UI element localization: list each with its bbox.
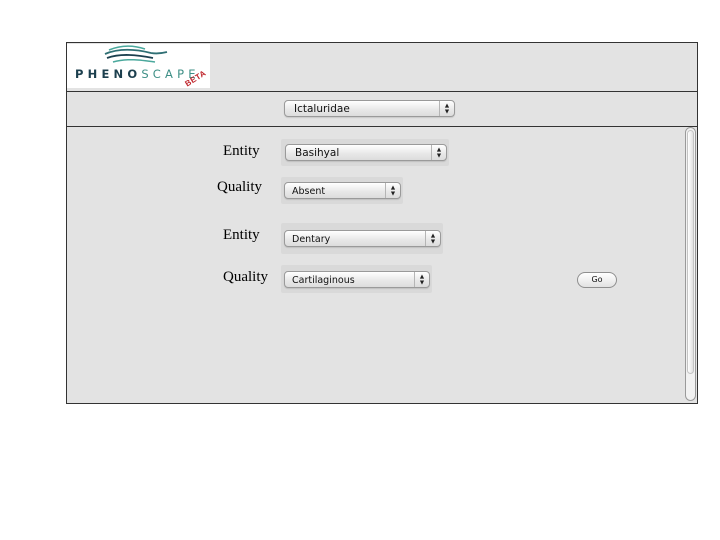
- entity-label-1: Entity: [223, 143, 260, 159]
- quality-select-2-value: Cartilaginous: [292, 275, 355, 286]
- updown-arrows-icon: ▲ ▼: [425, 231, 440, 246]
- updown-arrows-icon: ▲ ▼: [439, 101, 454, 116]
- updown-arrows-icon: ▲ ▼: [385, 183, 400, 198]
- taxon-select-value: Ictaluridae: [294, 103, 350, 115]
- go-button[interactable]: Go: [577, 272, 617, 288]
- updown-arrows-icon: ▲ ▼: [414, 272, 429, 287]
- entity-select-1[interactable]: Basihyal ▲ ▼: [285, 144, 447, 161]
- updown-arrows-icon: ▲ ▼: [431, 145, 446, 160]
- vertical-scrollbar[interactable]: [685, 127, 696, 401]
- taxon-select[interactable]: Ictaluridae ▲ ▼: [284, 100, 455, 117]
- taxon-bar: Ictaluridae ▲ ▼: [67, 92, 697, 127]
- header: PHENOSCAPE BETA: [67, 43, 697, 92]
- phenoscape-logo: PHENOSCAPE BETA: [67, 44, 210, 88]
- entity-select-2[interactable]: Dentary ▲ ▼: [284, 230, 441, 247]
- quality-select-1-value: Absent: [292, 186, 326, 197]
- logo-text-dark: PHENO: [75, 67, 142, 81]
- entity-select-2-value: Dentary: [292, 234, 331, 245]
- logo-wordmark: PHENOSCAPE: [75, 67, 200, 81]
- quality-label-1: Quality: [217, 179, 262, 195]
- entity-select-1-value: Basihyal: [295, 147, 340, 159]
- quality-select-1[interactable]: Absent ▲ ▼: [284, 182, 401, 199]
- quality-select-2[interactable]: Cartilaginous ▲ ▼: [284, 271, 430, 288]
- scrollbar-thumb[interactable]: [687, 130, 694, 374]
- quality-label-2: Quality: [223, 269, 268, 285]
- entity-label-2: Entity: [223, 227, 260, 243]
- app-frame: PHENOSCAPE BETA Ictaluridae ▲ ▼ Entity Ba…: [66, 42, 698, 404]
